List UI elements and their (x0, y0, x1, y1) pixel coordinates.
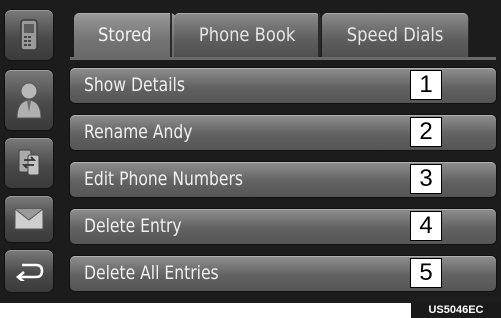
callout-number: 2 (410, 117, 442, 147)
figure-caption-code: US5046EC (411, 303, 501, 318)
tab-stored[interactable]: Stored (74, 13, 176, 57)
message-icon (14, 208, 44, 230)
sidebar-messages-button[interactable] (5, 196, 53, 242)
back-icon (15, 263, 44, 281)
rename-label: Rename Andy (84, 121, 193, 143)
sidebar-transfer-button[interactable] (5, 138, 53, 188)
tab-divider (318, 13, 320, 57)
contact-icon (16, 82, 42, 119)
phone-icon (20, 19, 38, 51)
tab-phone-book[interactable]: Phone Book (174, 13, 321, 57)
tab-divider (170, 13, 172, 57)
tab-speed-dials[interactable]: Speed Dials (322, 13, 469, 57)
transfer-icon (18, 149, 40, 176)
callout-number: 4 (410, 211, 442, 241)
tab-underline (70, 57, 496, 60)
callout-number: 3 (410, 164, 442, 194)
callout-number: 1 (410, 70, 442, 100)
sidebar-phone-button[interactable] (5, 10, 53, 60)
phone-stored-entry-screen: Stored Phone Book Speed Dials Show Detai… (0, 0, 501, 303)
delete-entry-label: Delete Entry (84, 215, 182, 237)
sidebar-contacts-button[interactable] (5, 70, 53, 130)
delete-all-entries-label: Delete All Entries (84, 262, 219, 284)
callout-number: 5 (410, 258, 442, 288)
show-details-label: Show Details (84, 74, 186, 96)
back-button[interactable] (5, 250, 53, 292)
edit-phone-numbers-label: Edit Phone Numbers (84, 168, 244, 190)
